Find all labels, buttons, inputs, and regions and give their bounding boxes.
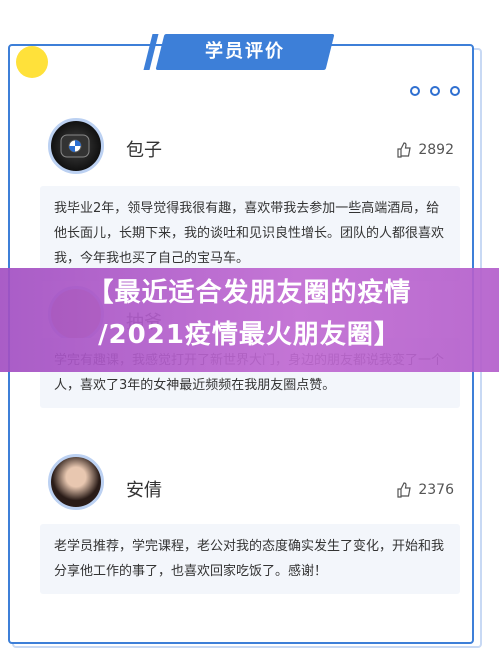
reviewer-name: 包子 — [126, 140, 162, 161]
avatar — [48, 454, 104, 510]
review-comment: 老学员推荐，学完课程，老公对我的态度确实发生了变化，开始和我分享他工作的事了，也… — [40, 524, 460, 594]
banner-line-2: /2021疫情最火朋友圈】 — [98, 320, 401, 350]
reviewer-name: 安倩 — [126, 480, 162, 501]
thumbs-up-icon — [397, 142, 412, 158]
more-icon[interactable] — [410, 86, 460, 96]
like-count[interactable]: 2376 — [396, 482, 454, 498]
review-comment: 我毕业2年，领导觉得我很有趣，喜欢带我去参加一些高端酒局，给他长面儿，长期下来，… — [40, 186, 460, 281]
like-count[interactable]: 2892 — [396, 142, 454, 158]
likes-value: 2892 — [418, 142, 454, 158]
bmw-key-icon — [60, 134, 90, 158]
thumbs-up-icon — [397, 482, 412, 498]
decor-dot — [16, 46, 48, 78]
likes-value: 2376 — [418, 482, 454, 498]
avatar — [48, 118, 104, 174]
banner-line-1: 【最近适合发朋友圈的疫情 — [87, 278, 412, 308]
review-item: 包子 2892 我毕业2年，领导觉得我很有趣，喜欢带我去参加一些高端酒局，给他长… — [40, 118, 460, 281]
review-item: 安倩 2376 老学员推荐，学完课程，老公对我的态度确实发生了变化，开始和我分享… — [40, 454, 460, 594]
banner-title: 【最近适合发朋友圈的疫情 /2021疫情最火朋友圈】 — [0, 272, 499, 356]
page-title: 学员评价 — [205, 41, 285, 62]
